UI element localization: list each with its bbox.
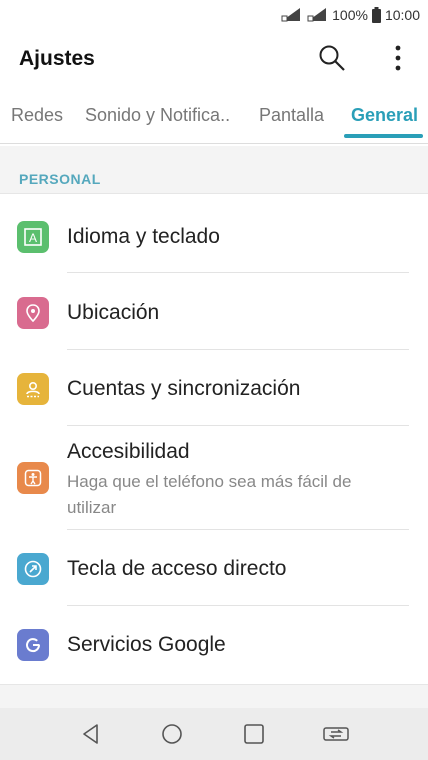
list-item-label: Ubicación	[67, 301, 160, 324]
status-bar: 100% 10:00	[0, 0, 428, 30]
svg-text:A: A	[29, 231, 37, 245]
home-icon	[162, 724, 182, 744]
list-item-label: Accesibilidad	[67, 440, 190, 463]
navigation-bar	[0, 708, 428, 760]
search-button[interactable]	[314, 40, 350, 76]
list-item-label: Idioma y teclado	[67, 225, 220, 248]
list-item-label: Tecla de acceso directo	[67, 557, 287, 580]
dual-window-icon	[323, 727, 349, 741]
tab-pantalla[interactable]: Pantalla	[259, 88, 324, 144]
search-icon	[319, 45, 345, 71]
list-item-accesibilidad[interactable]: Accesibilidad Haga que el teléfono sea m…	[0, 426, 428, 529]
language-icon: A	[17, 221, 49, 253]
list-item-sublabel: Haga que el teléfono sea más fácil de ut…	[67, 472, 352, 517]
dual-window-button[interactable]	[322, 720, 350, 748]
list-item-label: Servicios Google	[67, 633, 226, 656]
more-vert-icon	[395, 45, 401, 71]
page-title: Ajustes	[19, 47, 95, 70]
accessibility-icon	[17, 462, 49, 494]
divider	[67, 529, 409, 530]
divider	[67, 349, 409, 350]
battery-icon	[371, 7, 381, 23]
battery-percent: 100%	[332, 7, 368, 23]
list-item-ubicacion[interactable]: Ubicación	[0, 284, 428, 348]
list-item-servicios-google[interactable]: Servicios Google	[0, 616, 428, 680]
section-header-personal: PERSONAL	[0, 146, 428, 194]
list-item-idioma[interactable]: A Idioma y teclado	[0, 208, 428, 272]
list-item-tecla-acceso[interactable]: Tecla de acceso directo	[0, 540, 428, 604]
divider	[67, 272, 409, 273]
back-icon	[83, 724, 98, 744]
more-options-button[interactable]	[380, 40, 416, 76]
shortcut-key-icon	[17, 553, 49, 585]
back-button[interactable]	[77, 720, 105, 748]
active-tab-indicator	[344, 134, 423, 138]
signal-sim2-icon	[307, 8, 327, 22]
list-footer-spacer	[0, 684, 428, 708]
tab-sonido-notificaciones[interactable]: Sonido y Notifica..	[85, 88, 230, 144]
location-icon	[17, 297, 49, 329]
google-icon	[17, 629, 49, 661]
recents-icon	[244, 724, 264, 744]
clock: 10:00	[384, 7, 420, 23]
accounts-icon	[17, 373, 49, 405]
list-item-label: Cuentas y sincronización	[67, 377, 301, 400]
list-item-cuentas[interactable]: Cuentas y sincronización	[0, 360, 428, 424]
recents-button[interactable]	[240, 720, 268, 748]
home-button[interactable]	[158, 720, 186, 748]
signal-sim1-icon	[280, 8, 301, 22]
app-bar: Ajustes	[0, 30, 428, 88]
tab-redes[interactable]: Redes	[11, 88, 63, 144]
divider	[67, 605, 409, 606]
